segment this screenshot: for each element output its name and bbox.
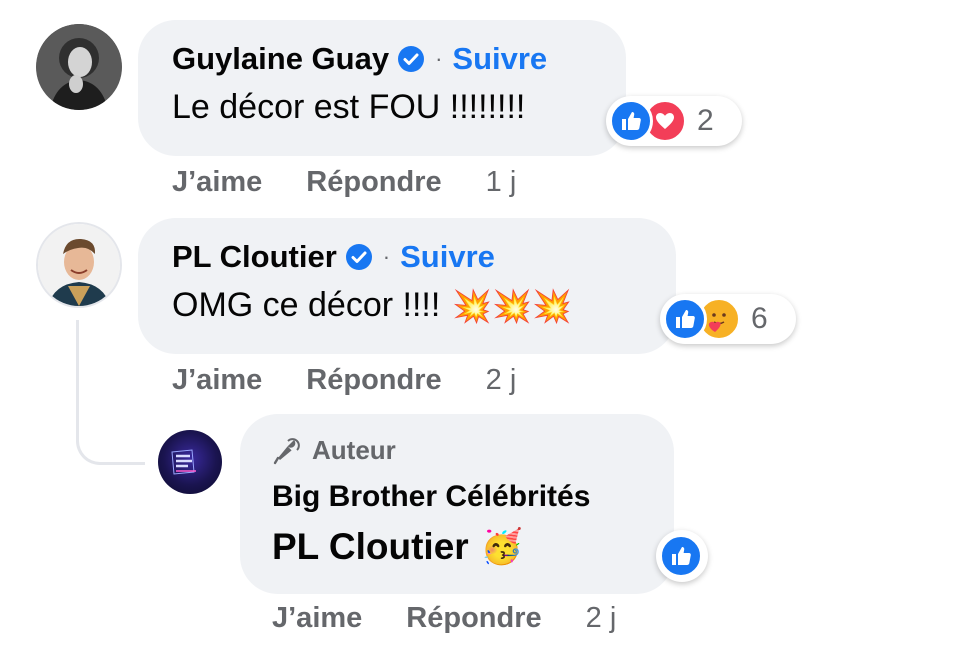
- comment-header-guylaine: Guylaine Guay · Suivre: [172, 41, 547, 77]
- comment-header-pl-cloutier: PL Cloutier · Suivre: [172, 239, 495, 275]
- verified-badge-icon: [345, 243, 373, 271]
- reply-actions: J’aime Répondre 2 j: [272, 602, 616, 635]
- reply-action-button[interactable]: Répondre: [406, 602, 541, 635]
- follow-button[interactable]: Suivre: [452, 41, 547, 77]
- comment-timestamp[interactable]: 2 j: [586, 602, 617, 635]
- like-action-button[interactable]: J’aime: [272, 602, 362, 635]
- collision-emoji: 💥💥💥: [452, 287, 572, 324]
- commenter-name[interactable]: Guylaine Guay: [172, 41, 389, 77]
- follow-button[interactable]: Suivre: [400, 239, 495, 275]
- reply-action-button[interactable]: Répondre: [306, 166, 441, 199]
- reaction-count: 6: [751, 302, 768, 335]
- reply-text: PL Cloutier 🥳: [272, 526, 523, 568]
- comment-timestamp[interactable]: 1 j: [486, 166, 517, 199]
- commenter-name[interactable]: PL Cloutier: [172, 239, 337, 275]
- author-badge: Auteur: [272, 435, 396, 466]
- comment-text-content: OMG ce décor !!!!: [172, 286, 441, 324]
- author-badge-label: Auteur: [312, 435, 396, 465]
- commenter-name[interactable]: Big Brother Célébrités: [272, 480, 590, 514]
- partying-face-emoji: 🥳: [480, 528, 524, 566]
- comment-actions-pl-cloutier: J’aime Répondre 2 j: [172, 364, 516, 397]
- mention-link[interactable]: PL Cloutier: [272, 526, 469, 568]
- like-icon: [659, 534, 703, 578]
- big-brother-logo-icon: [171, 449, 196, 475]
- reply-action-button[interactable]: Répondre: [306, 364, 441, 397]
- like-action-button[interactable]: J’aime: [172, 166, 262, 199]
- microphone-icon: [272, 436, 302, 466]
- comment-actions-guylaine: J’aime Répondre 1 j: [172, 166, 516, 199]
- thread-connector-line: [76, 320, 145, 465]
- like-icon: [663, 297, 707, 341]
- separator-dot: ·: [382, 244, 391, 269]
- reaction-summary-guylaine[interactable]: 2: [606, 96, 742, 146]
- separator-dot: ·: [435, 46, 443, 71]
- reaction-summary-reply[interactable]: [656, 530, 708, 582]
- comment-text-content: Le décor est FOU !!!!!!!!: [172, 88, 526, 126]
- reaction-summary-pl-cloutier[interactable]: 6: [660, 294, 796, 344]
- like-action-button[interactable]: J’aime: [172, 364, 262, 397]
- avatar-photo: [38, 224, 120, 306]
- avatar-photo: [36, 24, 122, 110]
- like-icon: [609, 99, 653, 143]
- comment-timestamp[interactable]: 2 j: [486, 364, 517, 397]
- verified-badge-icon: [397, 45, 425, 73]
- avatar-pl-cloutier[interactable]: [36, 222, 122, 308]
- avatar-guylaine-guay[interactable]: [36, 24, 122, 110]
- avatar-big-brother-celebrites[interactable]: [158, 430, 222, 494]
- comment-text: OMG ce décor !!!! 💥💥💥: [172, 286, 572, 325]
- reaction-count: 2: [697, 104, 714, 137]
- reply-header: Big Brother Célébrités: [272, 480, 590, 514]
- comment-text: Le décor est FOU !!!!!!!!: [172, 88, 525, 127]
